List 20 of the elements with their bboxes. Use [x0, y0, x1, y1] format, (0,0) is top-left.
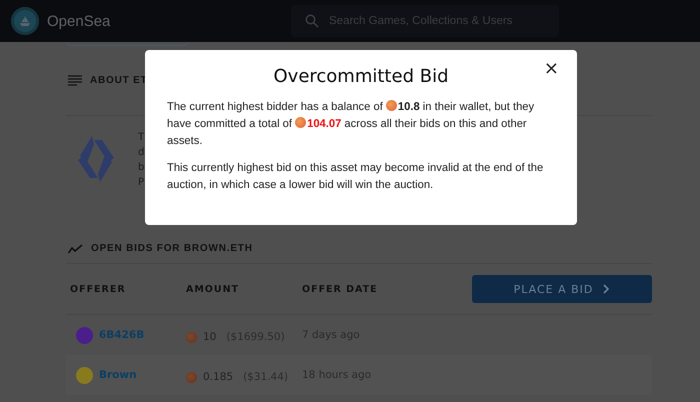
list-icon — [68, 75, 82, 86]
section-title: OPEN BIDS FOR BROWN.ETH — [91, 243, 253, 254]
coin-icon — [295, 117, 306, 128]
trend-line-icon — [68, 244, 83, 254]
coin-icon — [186, 332, 197, 342]
section-title: ABOUT ET — [90, 75, 148, 86]
close-button[interactable]: × — [540, 56, 563, 81]
modal-paragraph: The current highest bidder has a balance of 10.8 in their wallet, but they have committed a total of 104.07 across all their bids on this and other assets. — [167, 99, 536, 149]
column-header: AMOUNT — [186, 284, 240, 294]
column-header: OFFER DATE — [302, 284, 379, 294]
modal-paragraph: This currently highest bid on this asset may become invalid at the end of the auction, in which case a lower bid will win the auction. — [167, 161, 544, 193]
brand-name[interactable]: OpenSea — [47, 12, 110, 30]
search-icon — [305, 14, 319, 28]
coin-icon — [386, 100, 397, 111]
coin-icon — [186, 372, 197, 382]
ship-logo-icon[interactable] — [11, 7, 39, 35]
chevron-right-icon — [603, 284, 610, 294]
place-bid-button[interactable]: PLACE A BID — [472, 275, 652, 303]
modal-title: Overcommitted Bid — [274, 66, 448, 87]
column-header: OFFERER — [69, 284, 127, 294]
